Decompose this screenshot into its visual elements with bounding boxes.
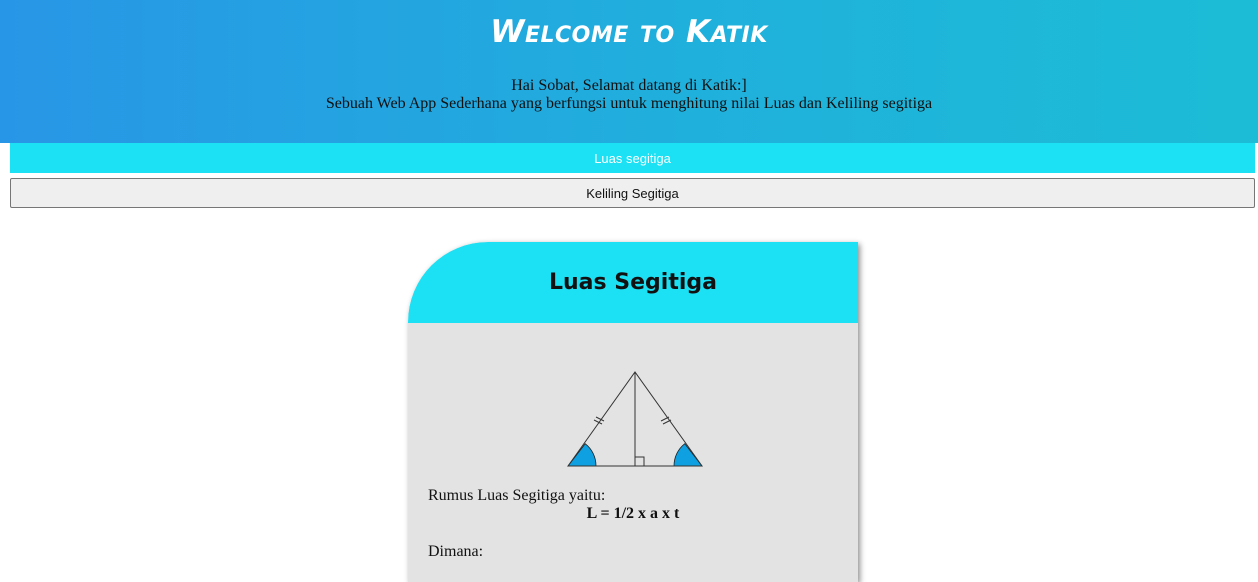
equal-side-ticks xyxy=(593,416,672,425)
card-title: Luas Segitiga xyxy=(549,270,717,295)
dimana-label: Dimana: xyxy=(428,543,484,560)
formula-text: L = 1/2 x a x t xyxy=(586,505,680,522)
luas-segitiga-button[interactable]: Luas segitiga xyxy=(10,143,1255,173)
formula-label: Rumus Luas Segitiga yaitu: xyxy=(428,487,606,504)
header: Welcome to Katik Hai Sobat, Selamat data… xyxy=(0,0,1258,143)
header-subtitle: Hai Sobat, Selamat datang di Katik:] Seb… xyxy=(0,77,1258,113)
luas-card: Luas Segitiga Rumus Luas Segitiga yaitu:… xyxy=(408,242,858,582)
description-text: Sebuah Web App Sederhana yang berfungsi … xyxy=(325,95,933,112)
greeting-text: Hai Sobat, Selamat datang di Katik:] xyxy=(511,77,747,94)
keliling-segitiga-button[interactable]: Keliling Segitiga xyxy=(10,178,1255,208)
page-title: Welcome to Katik xyxy=(490,14,768,50)
right-angle-marker xyxy=(635,456,645,466)
triangle-illustration xyxy=(567,371,703,467)
